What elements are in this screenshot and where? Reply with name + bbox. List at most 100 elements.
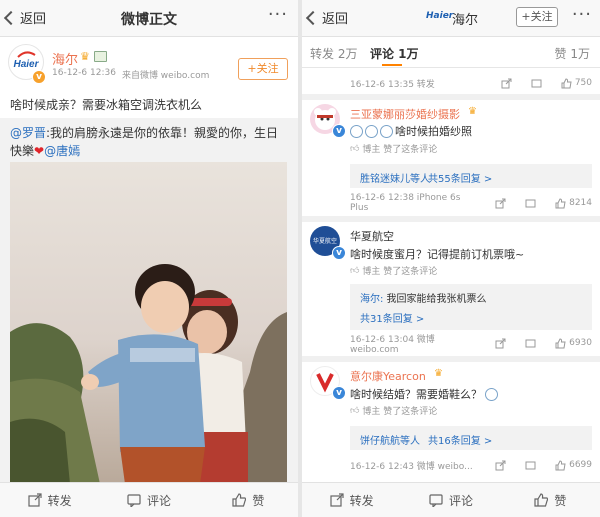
verified-badge-icon: v bbox=[332, 386, 346, 400]
repost-icon bbox=[28, 493, 42, 507]
repost-button[interactable]: 转发 bbox=[302, 483, 401, 517]
comment-time: 16-12-6 13:04 微博 weibo.com bbox=[350, 334, 435, 355]
repost-mention[interactable]: @罗晋 bbox=[10, 126, 46, 140]
tab-repost[interactable]: 转发 2万 bbox=[310, 45, 357, 62]
repost-block[interactable]: @罗晋:我的肩膀永遠是你的依靠！親愛的你，生日快樂❤@唐嫣 bbox=[0, 118, 298, 484]
author-liked-note: 👍︎ 博主 赞了这条评论 bbox=[350, 142, 437, 156]
commenter-name[interactable]: 意尔康Yearcon bbox=[350, 368, 426, 384]
post-date: 16-12-6 12:36 bbox=[52, 68, 116, 78]
nav-title-right: 海尔 bbox=[452, 13, 479, 28]
comment-text: 啥时候拍婚纱照 bbox=[350, 123, 472, 139]
comment-icon bbox=[525, 199, 536, 207]
comment-divider bbox=[302, 216, 600, 222]
comment-icon bbox=[531, 79, 542, 87]
reply-action[interactable] bbox=[501, 78, 515, 89]
like-count: 6930 bbox=[569, 338, 592, 348]
nav-bar-right: 返回 Haier 海尔 +关注 ··· bbox=[302, 0, 600, 37]
commenter-name[interactable]: 华夏航空 bbox=[350, 228, 394, 244]
comment-body: 啥时候度蜜月？记得提前订机票哦~ bbox=[350, 248, 525, 261]
chevron-left-icon bbox=[305, 10, 321, 25]
thumbs-up-icon bbox=[555, 197, 566, 208]
comment-button[interactable]: 评论 bbox=[401, 483, 500, 517]
post-photo[interactable] bbox=[10, 162, 287, 484]
thumbs-up-icon: 👍︎ bbox=[350, 405, 360, 416]
thumbs-up-icon: 👍︎ bbox=[350, 143, 360, 154]
reply-summary: 胜铭迷妹儿等人 bbox=[360, 174, 430, 185]
comment-label: 评论 bbox=[448, 493, 473, 508]
follow-button[interactable]: +关注 bbox=[238, 58, 288, 80]
gallery-icon bbox=[94, 51, 107, 62]
reply-line: 海尔: 我回家能给我张机票么 bbox=[360, 290, 487, 305]
author-liked-note: 👍︎ 博主 赞了这条评论 bbox=[350, 404, 437, 418]
comment-body: 啥时候拍婚纱照 bbox=[395, 125, 472, 138]
reply-text: 我回家能给我张机票么 bbox=[383, 294, 487, 305]
reply-count-link[interactable]: 共16条回复 > bbox=[428, 432, 492, 447]
thumbs-up-icon bbox=[555, 459, 566, 470]
reply-action[interactable] bbox=[495, 460, 509, 471]
repost-text: @罗晋:我的肩膀永遠是你的依靠！親愛的你，生日快樂❤@唐嫣 bbox=[10, 124, 288, 160]
more-options-icon[interactable]: ··· bbox=[268, 4, 288, 25]
tab-comment[interactable]: 评论 1万 bbox=[370, 45, 419, 62]
comment-action[interactable] bbox=[525, 338, 539, 349]
comment-action[interactable] bbox=[525, 198, 539, 209]
like-button[interactable]: 赞 bbox=[199, 483, 298, 517]
repost-icon bbox=[495, 198, 506, 208]
like-count: 8214 bbox=[569, 198, 592, 208]
reply-author[interactable]: 海尔: bbox=[360, 294, 383, 305]
reply-preview[interactable]: 饼仔航航等人 共16条回复 > bbox=[350, 426, 592, 450]
action-bar: 转发 评论 赞 bbox=[0, 482, 298, 517]
tab-bar: 转发 2万 评论 1万 赞 1万 bbox=[302, 37, 600, 68]
comment-stats-row: 16-12-6 12:38 iPhone 6s Plus 8214 bbox=[350, 193, 592, 213]
like-count: 750 bbox=[574, 78, 592, 88]
face-emoji-icon bbox=[380, 124, 393, 138]
post-text: 啥时候成亲？需要冰箱空调洗衣机么 bbox=[10, 98, 203, 112]
repost-icon bbox=[495, 338, 506, 348]
like-label: 赞 bbox=[554, 493, 567, 508]
comment-divider bbox=[302, 94, 600, 100]
face-emoji-icon bbox=[350, 124, 363, 138]
comment-icon bbox=[525, 461, 536, 469]
follow-button-right[interactable]: +关注 bbox=[516, 7, 558, 27]
like-action[interactable]: 8214 bbox=[555, 197, 592, 209]
repost-mention-2[interactable]: @唐嫣 bbox=[44, 144, 80, 158]
back-button-right[interactable]: 返回 bbox=[305, 8, 348, 27]
face-emoji-icon bbox=[365, 124, 378, 138]
thumbs-up-icon bbox=[232, 493, 247, 507]
thumbs-up-icon bbox=[561, 77, 572, 88]
reply-action[interactable] bbox=[495, 338, 509, 349]
like-action[interactable]: 750 bbox=[561, 77, 592, 89]
post-author[interactable]: 海尔 bbox=[52, 49, 78, 68]
nav-bar: 返回 微博正文 ··· bbox=[0, 0, 298, 37]
reply-action[interactable] bbox=[495, 198, 509, 209]
comment-action[interactable] bbox=[525, 460, 539, 471]
repost-icon bbox=[501, 78, 512, 88]
reply-preview[interactable]: 胜铭迷妹儿等人 共55条回复 > bbox=[350, 164, 592, 188]
repost-button[interactable]: 转发 bbox=[0, 483, 99, 517]
like-label: 赞 bbox=[252, 493, 265, 508]
commenter-name[interactable]: 三亚蒙娜丽莎婚纱摄影 bbox=[350, 106, 460, 122]
action-bar-right: 转发 评论 赞 bbox=[302, 482, 600, 517]
crown-icon: ♛ bbox=[468, 106, 477, 117]
comment-label: 评论 bbox=[146, 493, 171, 508]
like-action[interactable]: 6930 bbox=[555, 337, 592, 349]
thumbs-up-icon: 👍︎ bbox=[350, 265, 360, 276]
post-source: 来自微博 weibo.com bbox=[121, 71, 210, 81]
comment-body: 啥时候结婚？需要婚鞋么？ bbox=[350, 388, 482, 401]
reply-count-link[interactable]: 共31条回复 > bbox=[360, 310, 424, 325]
comment-button[interactable]: 评论 bbox=[99, 483, 198, 517]
comment-action[interactable] bbox=[531, 78, 545, 89]
verified-badge-icon: v bbox=[332, 124, 346, 138]
heart-icon: ❤ bbox=[34, 144, 45, 158]
like-action[interactable]: 6699 bbox=[555, 459, 592, 471]
page-title: 微博正文 bbox=[121, 12, 177, 28]
comment-icon bbox=[429, 494, 443, 507]
tab-active-indicator bbox=[382, 64, 402, 66]
reply-preview[interactable]: 海尔: 我回家能给我张机票么 共31条回复 > bbox=[350, 284, 592, 330]
more-options-icon-right[interactable]: ··· bbox=[572, 4, 592, 25]
reply-count-link[interactable]: 共55条回复 > bbox=[428, 170, 492, 185]
crown-icon: ♛ bbox=[434, 368, 443, 379]
like-button[interactable]: 赞 bbox=[501, 483, 600, 517]
verified-badge-icon: v bbox=[332, 246, 346, 260]
tab-like[interactable]: 赞 1万 bbox=[555, 45, 590, 62]
repost-label: 转发 bbox=[349, 493, 374, 508]
